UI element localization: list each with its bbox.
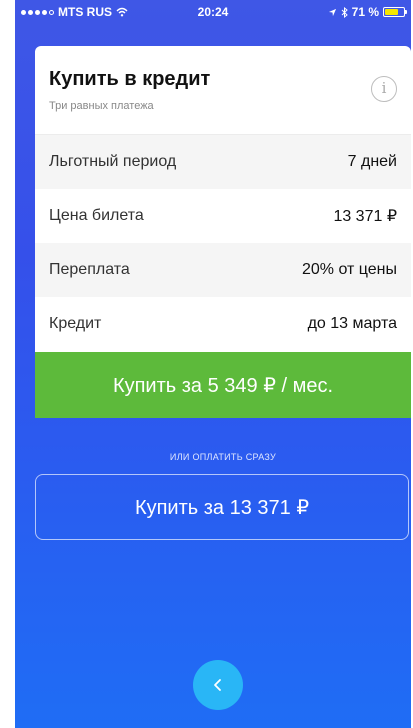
status-right: 71 % — [328, 5, 407, 19]
row-value: 20% от цены — [301, 261, 397, 278]
row-grace-period: Льготный период 7 дней — [35, 135, 411, 189]
row-credit: Кредит до 13 марта — [35, 297, 411, 351]
info-icon[interactable]: i — [371, 76, 397, 102]
card-header: Купить в кредит Три равных платежа i — [35, 46, 411, 135]
card-title: Купить в кредит — [49, 68, 211, 90]
battery-fill — [385, 9, 398, 15]
buy-on-credit-button[interactable]: Купить за 5 349 ₽ / мес. — [35, 352, 411, 418]
row-label: Переплата — [49, 261, 130, 278]
battery-percent: 71 % — [351, 5, 379, 19]
row-value: 7 дней — [347, 153, 397, 170]
battery-icon — [383, 7, 407, 17]
row-ticket-price: Цена билета 13 371 ₽ — [35, 189, 411, 243]
location-arrow-icon — [328, 8, 336, 16]
status-bar: MTS RUS 20:24 71 % — [15, 0, 411, 24]
chevron-left-icon — [214, 679, 221, 691]
bluetooth-icon — [341, 6, 348, 18]
phone-screen: MTS RUS 20:24 71 % Купить в кредит Три р… — [15, 0, 411, 728]
row-label: Льготный период — [49, 153, 177, 170]
or-pay-now-label: ИЛИ ОПЛАТИТЬ СРАЗУ — [169, 452, 277, 462]
row-overpayment: Переплата 20% от цены — [35, 243, 411, 297]
row-label: Кредит — [49, 315, 102, 332]
row-value: 13 371 ₽ — [333, 208, 397, 225]
row-value: до 13 марта — [307, 315, 397, 332]
back-button[interactable] — [193, 660, 243, 710]
card-subtitle: Три равных платежа — [49, 100, 154, 112]
buy-full-price-button[interactable]: Купить за 13 371 ₽ — [35, 474, 409, 540]
credit-card-panel: Купить в кредит Три равных платежа i Льг… — [35, 46, 411, 418]
row-label: Цена билета — [49, 207, 144, 224]
